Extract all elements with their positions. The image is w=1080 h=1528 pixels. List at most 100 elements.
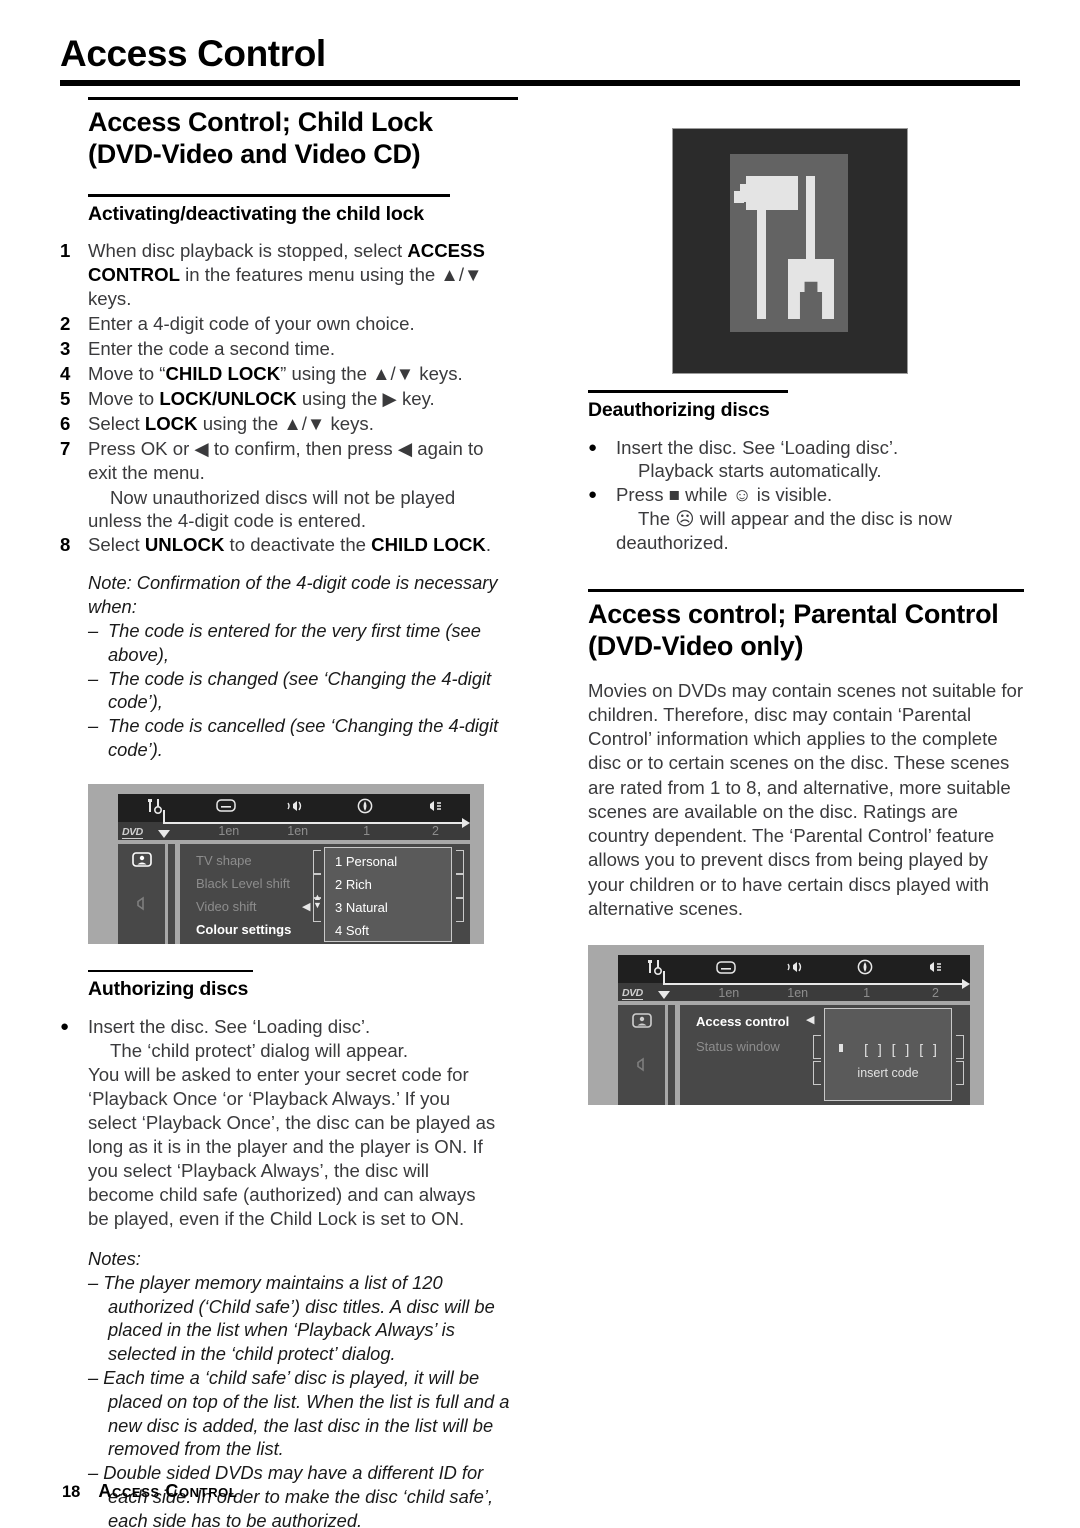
osd-pointer-down bbox=[158, 829, 170, 838]
numbered-steps-list: 1 When disc playback is stopped, select A… bbox=[60, 239, 500, 485]
insert-code-caption: insert code bbox=[857, 1066, 919, 1081]
plain-text: Press OK or ◀ to confirm, then press ◀ a… bbox=[88, 437, 484, 483]
step-1: 1 When disc playback is stopped, select A… bbox=[60, 239, 500, 311]
step-text: Press OK or ◀ to confirm, then press ◀ a… bbox=[88, 437, 500, 485]
plain-text: using the ▶ key. bbox=[296, 387, 435, 409]
osd-option-rich[interactable]: 2 Rich bbox=[335, 877, 372, 892]
sound-icon[interactable] bbox=[400, 799, 470, 815]
note-item-text: The code is entered for the very first t… bbox=[108, 620, 481, 665]
osd-nav-arrow bbox=[163, 817, 470, 828]
left-column: Access Control; Child Lock (DVD-Video an… bbox=[60, 95, 518, 1528]
authorizing-bullets: ● Insert the disc. See ‘Loading disc’. T… bbox=[60, 1015, 500, 1231]
plain-text: using the ▲/▼ keys. bbox=[197, 412, 374, 434]
osd-option-soft[interactable]: 4 Soft bbox=[335, 923, 369, 938]
plain-text: Move to “ bbox=[88, 362, 166, 384]
picture-icon[interactable] bbox=[118, 851, 165, 872]
emphasis-text: CHILD LOCK bbox=[165, 362, 281, 384]
osd-menu-item-access-control[interactable]: Access control bbox=[696, 1014, 789, 1029]
osd-screenshot-right-wrapper: DVD 1en 1en 1 2 Access control Status wi… bbox=[588, 945, 1024, 1106]
osd-screenshot-access-control: DVD 1en 1en 1 2 Access control Status wi… bbox=[588, 945, 984, 1106]
plain-text: Move to bbox=[88, 387, 160, 409]
emphasis-text: CHILD LOCK bbox=[371, 534, 486, 556]
subtitle-icon[interactable] bbox=[691, 960, 761, 976]
authorizing-heading-text: Authorizing discs bbox=[88, 978, 249, 1001]
osd-nav-arrow bbox=[663, 979, 970, 990]
osd-side-divider bbox=[668, 1005, 675, 1106]
disc-type-label: DVD bbox=[122, 825, 143, 839]
notes-item: – Each time a ‘child safe’ disc is playe… bbox=[88, 1366, 510, 1460]
step-number: 3 bbox=[60, 337, 71, 359]
left-arrow-icon: ◀ bbox=[806, 1014, 815, 1027]
picture-icon[interactable] bbox=[618, 1013, 665, 1033]
dash-marker: – bbox=[88, 620, 99, 642]
osd-option-personal[interactable]: 1 Personal bbox=[335, 854, 397, 869]
audio-language-icon[interactable] bbox=[761, 960, 831, 976]
step-text: Move to LOCK/UNLOCK using the ▶ key. bbox=[88, 387, 500, 411]
step-number: 6 bbox=[60, 412, 71, 434]
osd-option-natural[interactable]: 3 Natural bbox=[335, 900, 388, 915]
osd-menu-item-status-window[interactable]: Status window bbox=[696, 1039, 780, 1054]
camera-angle-icon[interactable] bbox=[831, 959, 901, 977]
parental-paragraph: Movies on DVDs may contain scenes not su… bbox=[588, 679, 1024, 919]
note-item: – The code is entered for the very first … bbox=[88, 619, 500, 667]
osd-menu-item-tv-shape[interactable]: TV shape bbox=[196, 853, 252, 868]
osd-label-sound: 2 bbox=[932, 985, 939, 1000]
osd-label-angle: 1 bbox=[863, 985, 871, 1000]
osd-option-tick bbox=[813, 1061, 821, 1086]
tools-icon[interactable] bbox=[618, 959, 691, 977]
speaker-icon[interactable] bbox=[618, 1057, 665, 1077]
step-number: 5 bbox=[60, 387, 71, 409]
step7-note: Now unauthorized discs will not be playe… bbox=[88, 486, 456, 532]
authorizing-paragraph: You will be asked to enter your secret c… bbox=[88, 1064, 496, 1230]
osd-side-panel bbox=[118, 843, 165, 944]
parental-heading-text: Access control; Parental Control (DVD-Vi… bbox=[588, 599, 999, 661]
camera-angle-icon[interactable] bbox=[331, 798, 401, 816]
osd-label-subtitle: 1en bbox=[218, 824, 240, 839]
osd-option-tick bbox=[313, 849, 321, 874]
plain-text: Enter a 4-digit code of your own choice. bbox=[88, 312, 415, 334]
plain-text: ” using the ▲/▼ keys. bbox=[280, 362, 463, 384]
plain-text: Select bbox=[88, 412, 145, 434]
step-number: 1 bbox=[60, 239, 71, 261]
osd-side-divider bbox=[168, 843, 175, 944]
tools-icon[interactable] bbox=[118, 798, 191, 816]
emphasis-text: LOCK bbox=[144, 412, 198, 434]
step-7: 7 Press OK or ◀ to confirm, then press ◀ … bbox=[60, 437, 500, 485]
osd-top-icons bbox=[618, 954, 970, 982]
osd-option-tick-right bbox=[456, 849, 464, 874]
osd-label-audio: 1en bbox=[287, 824, 309, 839]
osd-menu-item-colour-settings[interactable]: Colour settings bbox=[196, 922, 291, 937]
code-brackets[interactable]: [ ] [ ] [ ] bbox=[825, 1041, 965, 1057]
osd-top-labels: DVD 1en 1en 1 2 bbox=[618, 984, 970, 1001]
osd-options-panel: 1 Personal 2 Rich 3 Natural 4 Soft bbox=[324, 846, 452, 942]
note-item-text: The code is changed (see ‘Changing the 4… bbox=[108, 667, 492, 713]
osd-pointer-down bbox=[658, 991, 670, 1000]
note-item: – The code is changed (see ‘Changing the … bbox=[88, 667, 500, 715]
emphasis-text: LOCK/UNLOCK bbox=[159, 387, 297, 409]
step-text: Select UNLOCK to deactivate the CHILD LO… bbox=[88, 533, 500, 557]
step-4: 4 Move to “CHILD LOCK” using the ▲/▼ keys… bbox=[60, 362, 500, 386]
step-8: 8 Select UNLOCK to deactivate the CHILD … bbox=[60, 533, 500, 557]
dash-marker: – bbox=[88, 667, 99, 689]
list-item: ● Press ■ while ☺ is visible. bbox=[588, 483, 1024, 507]
right-column-image-spacer bbox=[588, 95, 1024, 390]
step-number: 4 bbox=[60, 362, 71, 384]
osd-option-tick-right bbox=[956, 1035, 964, 1060]
right-column: Deauthorizing discs ● Insert the disc. S… bbox=[588, 95, 1024, 1106]
osd-menu-item-black-level[interactable]: Black Level shift bbox=[196, 876, 290, 891]
step-text: Move to “CHILD LOCK” using the ▲/▼ keys. bbox=[88, 362, 500, 386]
bullet-icon: ● bbox=[60, 1018, 70, 1036]
speaker-icon[interactable] bbox=[118, 896, 165, 916]
audio-language-icon[interactable] bbox=[261, 799, 331, 815]
subtitle-icon[interactable] bbox=[191, 799, 261, 814]
emphasis-text: UNLOCK bbox=[144, 534, 225, 556]
notes-item: – The player memory maintains a list of … bbox=[88, 1271, 495, 1365]
osd-top-labels: DVD 1en 1en 1 2 bbox=[118, 823, 470, 840]
sound-icon[interactable] bbox=[900, 960, 970, 976]
osd-menu-item-video-shift[interactable]: Video shift bbox=[196, 899, 256, 914]
list-item: ● Insert the disc. See ‘Loading disc’. bbox=[60, 1015, 500, 1039]
page-title: Access Control bbox=[60, 33, 326, 74]
step-text: Select LOCK using the ▲/▼ keys. bbox=[88, 412, 500, 436]
osd-top-icons bbox=[118, 793, 470, 821]
step-6: 6 Select LOCK using the ▲/▼ keys. bbox=[60, 412, 500, 436]
